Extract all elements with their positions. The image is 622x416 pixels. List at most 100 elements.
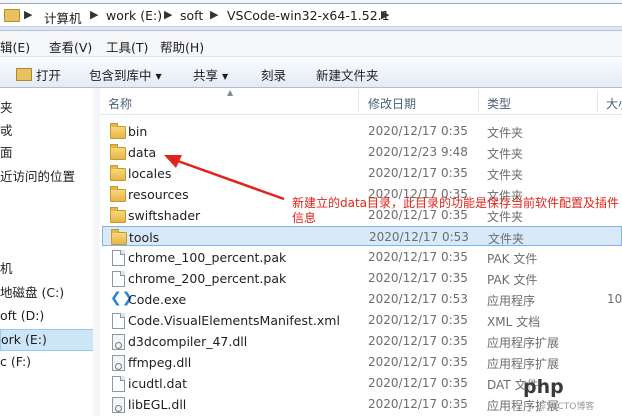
nav-item-drive-d[interactable]: oft (D:)	[0, 306, 44, 326]
table-row[interactable]: tools 2020/12/17 0:53 文件夹	[102, 226, 622, 246]
breadcrumb-current[interactable]: VSCode-win32-x64-1.52.1	[227, 8, 390, 23]
file-name: d3dcompiler_47.dll	[128, 334, 248, 349]
nav-item-drive-e[interactable]: ork (E:)	[0, 329, 93, 351]
file-type: PAK 文件	[487, 273, 538, 287]
file-type: 文件夹	[487, 126, 524, 140]
nav-item-drive-f[interactable]: c (F:)	[0, 352, 31, 372]
file-icon	[112, 250, 125, 266]
file-name: Code.exe	[128, 292, 187, 307]
file-date: 2020/12/17 0:35	[368, 250, 468, 264]
folder-icon	[110, 144, 126, 160]
table-row[interactable]: ffmpeg.dll 2020/12/17 0:35 应用程序扩展	[102, 352, 622, 372]
file-type: 应用程序扩展	[487, 357, 560, 371]
nav-item-desktop[interactable]: 面	[0, 143, 13, 163]
column-type[interactable]: 类型	[487, 95, 511, 112]
nav-item-computer[interactable]: 机	[0, 259, 13, 279]
dll-icon	[112, 355, 125, 371]
address-box[interactable]: ▶ 计算机 ▶ work (E:) ▶ soft ▶ VSCode-win32-…	[0, 3, 622, 27]
table-row[interactable]: d3dcompiler_47.dll 2020/12/17 0:35 应用程序扩展	[102, 331, 622, 351]
column-divider[interactable]	[358, 90, 359, 112]
menu-bar: 辑(E) 查看(V) 工具(T) 帮助(H)	[0, 31, 622, 57]
column-size[interactable]: 大小	[606, 95, 622, 112]
file-date: 2020/12/17 0:53	[369, 230, 469, 244]
table-row[interactable]: data 2020/12/23 9:48 文件夹	[102, 142, 622, 162]
file-name: Code.VisualElementsManifest.xml	[128, 313, 340, 328]
list-header: ▲ 名称 修改日期 类型 大小	[100, 88, 622, 115]
file-name: locales	[128, 166, 172, 181]
column-divider[interactable]	[597, 90, 598, 112]
menu-tools[interactable]: 工具(T)	[106, 37, 148, 56]
file-icon	[112, 376, 125, 392]
column-date[interactable]: 修改日期	[368, 95, 416, 112]
open-button[interactable]: 打开	[16, 65, 61, 84]
table-row[interactable]: locales 2020/12/17 0:35 文件夹	[102, 163, 622, 183]
file-name: tools	[129, 230, 160, 245]
folder-icon	[110, 165, 126, 181]
file-date: 2020/12/17 0:35	[368, 313, 468, 327]
file-date: 2020/12/17 0:35	[368, 355, 468, 369]
navigation-pane: 夹 戓 面 近访问的位置 机 地磁盘 (C:) oft (D:) ork (E:…	[0, 88, 94, 416]
nav-item-recent-places[interactable]: 近访问的位置	[0, 167, 75, 187]
burn-button[interactable]: 刻录	[261, 65, 286, 84]
table-row[interactable]: chrome_200_percent.pak 2020/12/17 0:35 PAK…	[102, 268, 622, 288]
folder-icon	[110, 186, 126, 202]
column-name[interactable]: 名称	[108, 95, 132, 112]
file-icon	[112, 271, 125, 287]
file-name: chrome_100_percent.pak	[128, 250, 287, 265]
file-name: resources	[128, 187, 189, 202]
file-size: 10	[607, 292, 622, 306]
file-date: 2020/12/23 9:48	[368, 145, 468, 159]
folder-icon	[111, 229, 127, 245]
file-date: 2020/12/17 0:35	[368, 124, 468, 138]
file-icon	[112, 313, 125, 329]
table-row[interactable]: chrome_100_percent.pak 2020/12/17 0:35 PAK…	[102, 247, 622, 267]
dll-icon	[112, 397, 125, 413]
nav-item-downloads[interactable]: 戓	[0, 121, 13, 141]
menu-view[interactable]: 查看(V)	[49, 37, 92, 56]
new-folder-label: 新建文件夹	[316, 68, 379, 83]
include-library-button[interactable]: 包含到库中 ▼	[89, 65, 162, 84]
file-list: ▲ 名称 修改日期 类型 大小 bin 2020/12/17 0:35 文件夹 dat…	[100, 88, 622, 416]
file-type: 应用程序	[487, 294, 536, 308]
annotation-note: 新建立的data目录，此目录的功能是保存当前软件配置及插件信息	[292, 196, 620, 225]
breadcrumb-computer[interactable]: 计算机	[44, 8, 82, 27]
file-date: 2020/12/17 0:35	[368, 271, 468, 285]
file-name: libEGL.dll	[128, 397, 187, 412]
file-date: 2020/12/17 0:35	[368, 334, 468, 348]
file-type: 文件夹	[487, 168, 524, 182]
table-row[interactable]: ❮❯ Code.exe 2020/12/17 0:53 应用程序 10	[102, 289, 622, 309]
include-library-label: 包含到库中	[89, 68, 152, 83]
breadcrumb-soft[interactable]: soft	[180, 8, 203, 23]
file-name: data	[128, 145, 157, 160]
menu-edit[interactable]: 辑(E)	[0, 37, 30, 56]
column-divider[interactable]	[478, 90, 479, 112]
chevron-right-icon[interactable]: ▶	[90, 8, 98, 21]
folder-icon	[110, 207, 126, 223]
watermark-sub: @51CTO博客	[537, 402, 595, 412]
chevron-right-icon[interactable]: ▶	[381, 8, 389, 21]
pane-splitter[interactable]	[93, 88, 100, 416]
share-label: 共享	[193, 68, 219, 83]
file-name: swiftshader	[128, 208, 201, 223]
menu-help[interactable]: 帮助(H)	[160, 37, 204, 56]
new-folder-button[interactable]: 新建文件夹	[316, 65, 379, 84]
nav-item-drive-c[interactable]: 地磁盘 (C:)	[0, 283, 64, 303]
chevron-right-icon[interactable]: ▶	[164, 8, 172, 21]
open-icon	[16, 68, 32, 81]
share-button[interactable]: 共享 ▼	[193, 65, 228, 84]
dll-icon	[112, 334, 125, 350]
file-name: chrome_200_percent.pak	[128, 271, 287, 286]
chevron-right-icon[interactable]: ▶	[210, 8, 218, 21]
file-date: 2020/12/17 0:35	[368, 166, 468, 180]
nav-item-favorites[interactable]: 夹	[0, 98, 13, 118]
file-date: 2020/12/17 0:35	[368, 376, 468, 390]
table-row[interactable]: bin 2020/12/17 0:35 文件夹	[102, 121, 622, 141]
file-type: XML 文档	[487, 315, 541, 329]
file-date: 2020/12/17 0:53	[368, 292, 468, 306]
file-name: bin	[128, 124, 148, 139]
file-type: 文件夹	[488, 232, 525, 246]
breadcrumb-drive[interactable]: work (E:)	[106, 8, 162, 23]
chevron-right-icon[interactable]: ▶	[24, 8, 32, 21]
file-date: 2020/12/17 0:35	[368, 397, 468, 411]
table-row[interactable]: Code.VisualElementsManifest.xml 2020/12/1…	[102, 310, 622, 330]
